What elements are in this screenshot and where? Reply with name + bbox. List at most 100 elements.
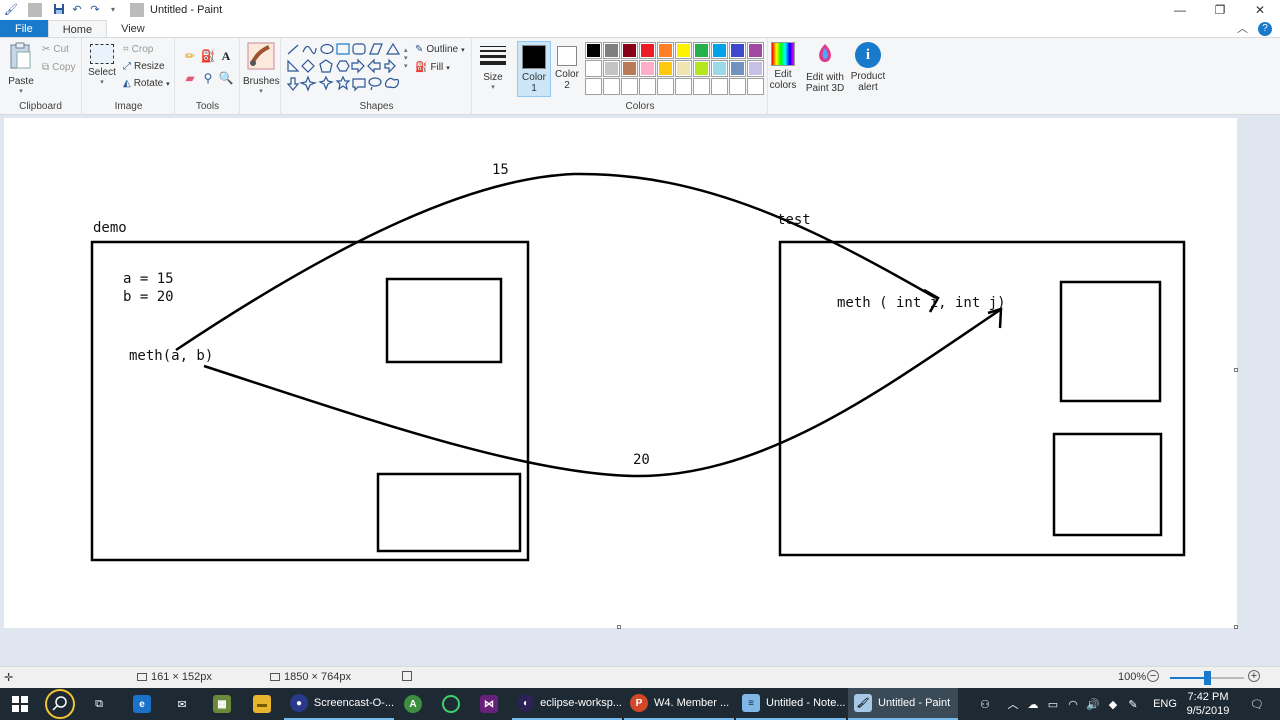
restore-button[interactable]: ❐ — [1200, 0, 1240, 20]
help-icon[interactable]: ? — [1258, 22, 1272, 36]
color-swatch[interactable] — [585, 78, 602, 95]
shapes-scroll-icon[interactable]: ▴ ▾ ▾ — [404, 46, 408, 70]
volume-icon[interactable]: 🔊 — [1084, 688, 1102, 720]
pen-icon[interactable]: ✎ — [1124, 688, 1142, 720]
color-swatch[interactable] — [585, 60, 602, 77]
resize-button[interactable]: ⤢ Resize — [123, 61, 165, 72]
color-swatch[interactable] — [675, 42, 692, 59]
color-swatch[interactable] — [639, 78, 656, 95]
task-view-button[interactable]: ⧉ — [84, 688, 114, 720]
crop-button[interactable]: ⌗ Crop — [123, 44, 153, 55]
size-button[interactable]: Size ▾ — [477, 44, 509, 91]
canvas-workarea[interactable]: demo test a = 15 b = 20 meth(a, b) meth … — [0, 116, 1280, 666]
language-indicator[interactable]: ENG — [1150, 688, 1180, 720]
dropbox-icon[interactable]: ◆ — [1104, 688, 1122, 720]
cut-button[interactable]: ✂ Cut — [42, 44, 69, 55]
color-swatch[interactable] — [729, 78, 746, 95]
mail-button[interactable]: ✉ — [164, 688, 200, 720]
clock[interactable]: 7:42 PM 9/5/2019 — [1182, 690, 1234, 718]
taskbar-app-paint[interactable]: 🖌 Untitled - Paint — [848, 688, 958, 720]
zoom-slider[interactable] — [1170, 671, 1244, 685]
taskbar-app-powerpoint[interactable]: P W4. Member ... — [624, 688, 734, 720]
show-hidden-icons[interactable]: ︿ — [1004, 688, 1022, 720]
zoom-out-button[interactable]: − — [1147, 670, 1159, 682]
color-swatch[interactable] — [693, 60, 710, 77]
rotate-button[interactable]: ◭ Rotate ▾ — [123, 78, 170, 89]
color-swatch[interactable] — [585, 42, 602, 59]
color-swatch[interactable] — [711, 78, 728, 95]
color-swatch[interactable] — [675, 60, 692, 77]
color-swatch[interactable] — [711, 60, 728, 77]
canvas-resize-handle-corner[interactable] — [1234, 625, 1238, 629]
color-swatch[interactable] — [621, 78, 638, 95]
network-icon[interactable]: ▭ — [1044, 688, 1062, 720]
color-swatch[interactable] — [621, 60, 638, 77]
zoom-slider-thumb[interactable] — [1204, 671, 1211, 685]
app-button[interactable]: ▦ — [204, 688, 240, 720]
color-swatch[interactable] — [621, 42, 638, 59]
color-swatch[interactable] — [603, 60, 620, 77]
edit-colors-button[interactable]: Edit colors — [767, 42, 799, 91]
select-button[interactable]: Select ▾ — [87, 44, 117, 86]
android-studio-button[interactable]: A — [398, 688, 428, 720]
product-alert-button[interactable]: i Product alert — [848, 42, 888, 93]
outline-button[interactable]: ✎ Outline ▾ — [415, 44, 465, 55]
color-swatch[interactable] — [657, 78, 674, 95]
visual-studio-button[interactable]: ⋈ — [474, 688, 504, 720]
fill-bucket-icon[interactable]: ⛽ — [200, 48, 216, 64]
pencil-icon[interactable]: ✏ — [182, 48, 198, 64]
tab-file[interactable]: File — [0, 20, 48, 37]
color-swatch[interactable] — [693, 78, 710, 95]
color-swatch[interactable] — [657, 60, 674, 77]
fill-button[interactable]: ⛽ Fill ▾ — [415, 62, 450, 73]
color-swatch[interactable] — [747, 78, 764, 95]
search-button[interactable] — [40, 688, 80, 720]
close-button[interactable]: ✕ — [1240, 0, 1280, 20]
color1-button[interactable]: Color 1 — [517, 41, 551, 97]
taskbar-app-screencast[interactable]: ● Screencast-O-... — [284, 688, 394, 720]
zoom-in-button[interactable]: + — [1248, 670, 1260, 682]
redo-icon[interactable]: ↷ — [88, 3, 102, 17]
magnifier-icon[interactable]: 🔍 — [218, 70, 234, 86]
file-explorer-button[interactable]: ▬ — [244, 688, 280, 720]
brushes-button[interactable]: Brushes ▾ — [243, 42, 280, 95]
eraser-icon[interactable]: ▰ — [182, 70, 198, 86]
start-button[interactable] — [0, 688, 40, 720]
color-swatch[interactable] — [657, 42, 674, 59]
color-swatch[interactable] — [639, 42, 656, 59]
color2-button[interactable]: Color 2 — [552, 41, 582, 97]
color-swatch[interactable] — [729, 42, 746, 59]
onedrive-icon[interactable]: ☁ — [1024, 688, 1042, 720]
color-swatch[interactable] — [675, 78, 692, 95]
text-tool-icon[interactable]: A — [218, 48, 234, 64]
canvas-resize-handle-bottom[interactable] — [617, 625, 621, 629]
people-icon[interactable]: ⚇ — [972, 688, 998, 720]
color-swatch[interactable] — [729, 60, 746, 77]
color-swatch[interactable] — [747, 60, 764, 77]
copy-button[interactable]: ⧉ Copy — [42, 62, 76, 73]
undo-icon[interactable]: ↶ — [70, 3, 84, 17]
refresh-app-button[interactable] — [436, 688, 466, 720]
color-swatch[interactable] — [639, 60, 656, 77]
color-picker-icon[interactable]: ⚲ — [200, 70, 216, 86]
edge-button[interactable]: e — [124, 688, 160, 720]
paste-button[interactable]: Paste ▾ — [6, 42, 36, 95]
taskbar-app-notepad[interactable]: ≡ Untitled - Note... — [736, 688, 846, 720]
shapes-gallery[interactable] — [286, 42, 404, 94]
color-swatch[interactable] — [711, 42, 728, 59]
tab-home[interactable]: Home — [47, 20, 108, 37]
tab-view[interactable]: View — [107, 20, 159, 37]
edit-with-paint3d-button[interactable]: Edit with Paint 3D — [804, 42, 846, 94]
drawing-canvas[interactable]: demo test a = 15 b = 20 meth(a, b) meth … — [4, 118, 1237, 628]
taskbar-app-eclipse[interactable]: ◐ eclipse-worksp... — [512, 688, 622, 720]
notifications-icon[interactable]: 🗨 — [1244, 688, 1270, 720]
save-icon[interactable] — [52, 3, 66, 17]
wifi-icon[interactable]: ◠ — [1064, 688, 1082, 720]
color-swatch[interactable] — [603, 78, 620, 95]
color-swatch[interactable] — [603, 42, 620, 59]
minimize-button[interactable]: — — [1160, 0, 1200, 20]
collapse-ribbon-icon[interactable]: ︿ — [1237, 20, 1248, 38]
customize-quick-access-icon[interactable]: ▾ — [106, 3, 120, 17]
color-swatch[interactable] — [747, 42, 764, 59]
color-swatch[interactable] — [693, 42, 710, 59]
